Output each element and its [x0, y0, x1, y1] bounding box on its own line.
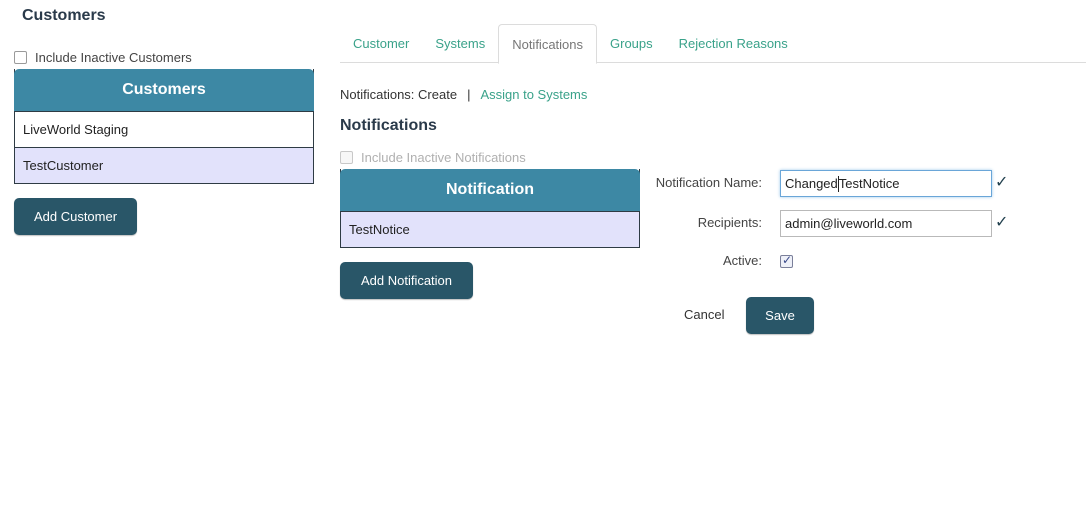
- tab-notifications[interactable]: Notifications: [498, 24, 598, 64]
- notification-name-value-suffix: TestNotice: [838, 176, 900, 191]
- customer-name: LiveWorld Staging: [23, 122, 129, 137]
- recipients-label: Recipients:: [697, 215, 762, 230]
- tab-rejection-reasons[interactable]: Rejection Reasons: [666, 24, 801, 63]
- include-inactive-notifications-label: Include Inactive Notifications: [361, 150, 526, 165]
- notifications-list-header: Notification: [340, 169, 640, 211]
- breadcrumb-separator: |: [467, 87, 471, 102]
- notifications-list: Notification TestNotice: [340, 169, 640, 248]
- tab-groups[interactable]: Groups: [597, 24, 666, 63]
- recipients-input[interactable]: admin@liveworld.com: [780, 210, 992, 237]
- breadcrumb-current: Notifications: Create: [340, 87, 458, 102]
- customer-name: TestCustomer: [23, 158, 104, 173]
- include-inactive-customers[interactable]: Include Inactive Customers: [14, 50, 192, 65]
- tab-bar: Customer Systems Notifications Groups Re…: [340, 24, 1086, 64]
- active-label: Active:: [722, 253, 762, 268]
- customers-list-header: Customers: [14, 69, 314, 111]
- notification-name: TestNotice: [349, 222, 410, 237]
- customers-list: Customers LiveWorld Staging TestCustomer: [14, 69, 314, 184]
- page-title: Customers: [22, 7, 106, 24]
- include-inactive-notifications: Include Inactive Notifications: [340, 150, 526, 165]
- include-inactive-customers-label: Include Inactive Customers: [35, 50, 192, 65]
- cancel-button[interactable]: Cancel: [684, 307, 724, 322]
- breadcrumb: Notifications: Create | Assign to System…: [340, 87, 587, 102]
- notification-name-input[interactable]: Changed TestNotice: [780, 170, 992, 197]
- include-inactive-notifications-checkbox: [340, 151, 353, 164]
- notifications-section-title: Notifications: [340, 117, 437, 134]
- notification-name-value-prefix: Changed: [785, 176, 838, 191]
- check-mark-icon: ✓: [995, 172, 1009, 191]
- list-item[interactable]: TestNotice: [341, 211, 639, 247]
- include-inactive-customers-checkbox[interactable]: [14, 51, 27, 64]
- add-notification-button[interactable]: Add Notification: [340, 262, 473, 299]
- active-checkbox[interactable]: [780, 253, 793, 268]
- add-customer-button[interactable]: Add Customer: [14, 198, 137, 235]
- assign-to-systems-link[interactable]: Assign to Systems: [480, 87, 587, 102]
- list-item[interactable]: TestCustomer: [15, 147, 313, 183]
- tab-systems[interactable]: Systems: [422, 24, 498, 63]
- list-item[interactable]: LiveWorld Staging: [15, 111, 313, 147]
- tab-customer[interactable]: Customer: [340, 24, 422, 63]
- check-mark-icon: ✓: [995, 212, 1009, 231]
- save-button[interactable]: Save: [746, 297, 814, 334]
- notification-name-label: Notification Name:: [655, 175, 762, 190]
- recipients-value: admin@liveworld.com: [785, 216, 913, 231]
